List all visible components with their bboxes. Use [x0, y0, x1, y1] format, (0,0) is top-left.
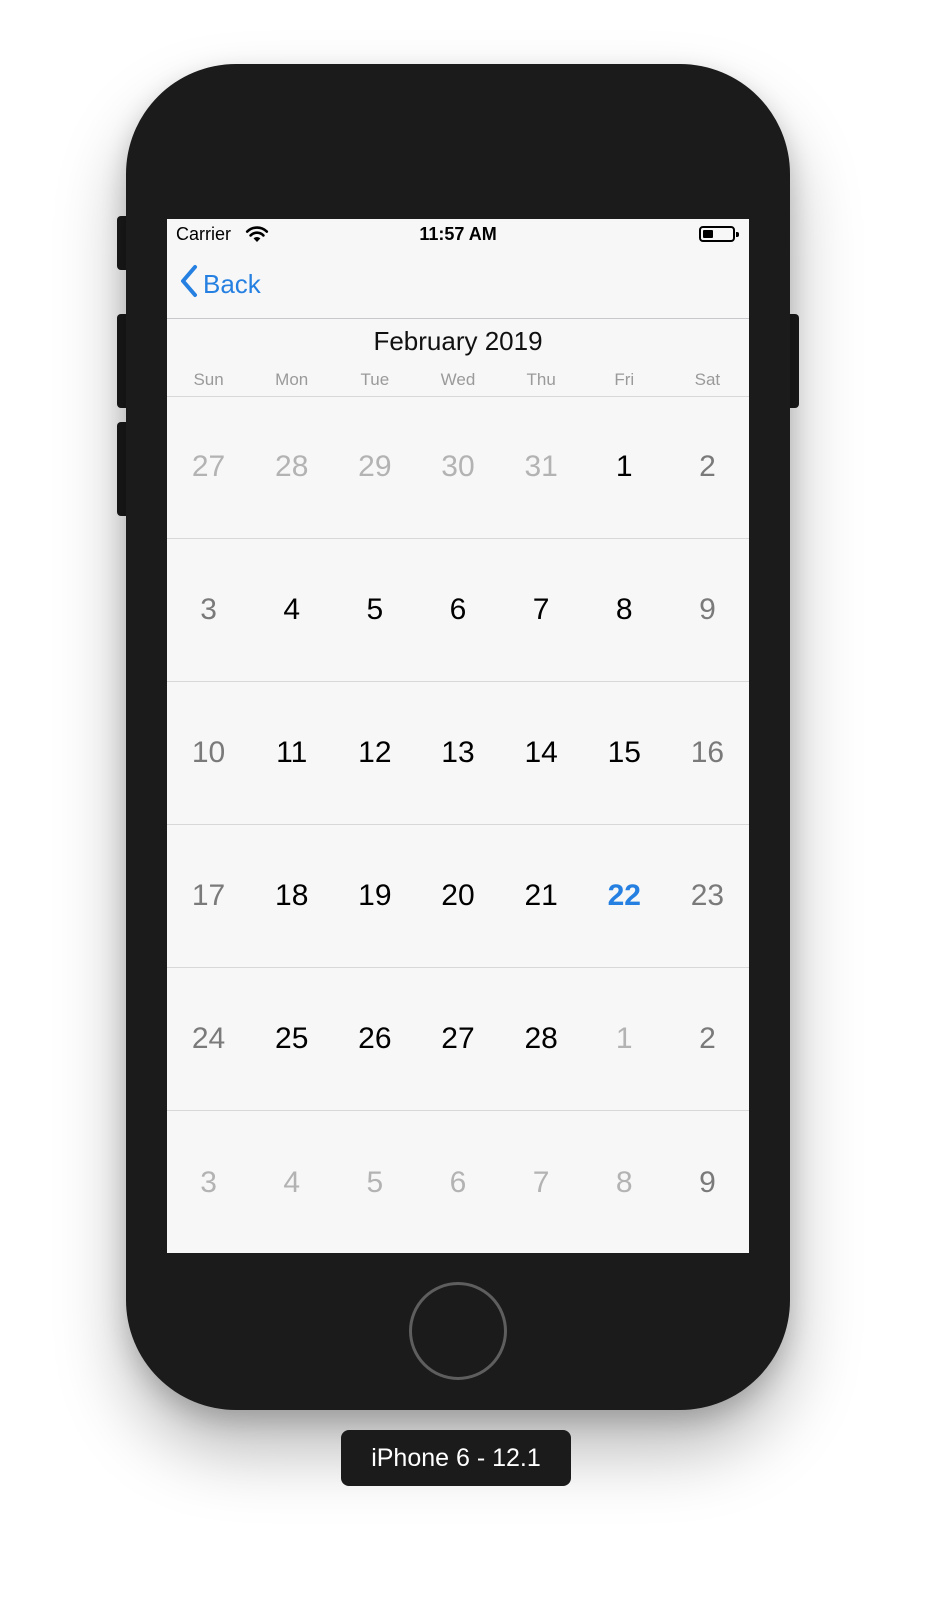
weekday-row: Sun Mon Tue Wed Thu Fri Sat: [167, 370, 749, 390]
month-title: February 2019: [373, 326, 543, 356]
day-cell[interactable]: 29: [333, 396, 416, 538]
day-cell[interactable]: 9: [666, 539, 749, 681]
navigation-bar: Back: [167, 251, 749, 319]
day-cell[interactable]: 28: [250, 396, 333, 538]
weekday-label: Thu: [526, 370, 556, 389]
day-cell[interactable]: 21: [500, 825, 583, 967]
status-bar: Carrier 11:57 AM: [167, 219, 749, 251]
day-cell[interactable]: 1: [583, 396, 666, 538]
day-cell[interactable]: 8: [583, 1111, 666, 1253]
weekday-label: Wed: [440, 370, 476, 389]
day-cell[interactable]: 27: [167, 396, 250, 538]
day-cell[interactable]: 14: [500, 682, 583, 824]
week-row: 3 4 5 6 7 8 9: [167, 1111, 749, 1253]
battery-cap: [736, 232, 739, 237]
day-cell[interactable]: 3: [167, 539, 250, 681]
day-cell[interactable]: 31: [500, 396, 583, 538]
week-row: 3 4 5 6 7 8 9: [167, 539, 749, 682]
week-row: 10 11 12 13 14 15 16: [167, 682, 749, 825]
day-cell[interactable]: 5: [333, 1111, 416, 1253]
weekday-label: Sun: [193, 370, 224, 389]
day-cell[interactable]: 19: [333, 825, 416, 967]
day-cell[interactable]: 23: [666, 825, 749, 967]
day-cell[interactable]: 18: [250, 825, 333, 967]
day-cell[interactable]: 10: [167, 682, 250, 824]
day-cell[interactable]: 25: [250, 968, 333, 1110]
week-row: 27 28 29 30 31 1 2: [167, 396, 749, 539]
status-time: 11:57 AM: [419, 224, 497, 244]
day-cell[interactable]: 7: [500, 1111, 583, 1253]
week-row: 24 25 26 27 28 1 2: [167, 968, 749, 1111]
day-cell[interactable]: 7: [500, 539, 583, 681]
day-cell[interactable]: 26: [333, 968, 416, 1110]
device-name-label: iPhone 6 - 12.1: [341, 1430, 571, 1486]
day-cell[interactable]: 4: [250, 1111, 333, 1253]
day-cell[interactable]: 20: [416, 825, 499, 967]
day-cell[interactable]: 15: [583, 682, 666, 824]
battery-icon: [699, 226, 739, 242]
day-cell[interactable]: 3: [167, 1111, 250, 1253]
week-row: 17 18 19 20 21 22 23: [167, 825, 749, 968]
day-cell[interactable]: 16: [666, 682, 749, 824]
day-cell[interactable]: 5: [333, 539, 416, 681]
home-button[interactable]: [409, 1282, 507, 1380]
day-cell[interactable]: 8: [583, 539, 666, 681]
day-cell[interactable]: 2: [666, 968, 749, 1110]
day-cell[interactable]: 12: [333, 682, 416, 824]
calendar-grid: 27 28 29 30 31 1 2 3 4 5 6 7 8 9 10 11 1…: [167, 396, 749, 1253]
day-cell[interactable]: 24: [167, 968, 250, 1110]
chevron-left-icon: [179, 264, 199, 305]
weekday-label: Mon: [275, 370, 309, 389]
day-cell[interactable]: 2: [666, 396, 749, 538]
day-cell[interactable]: 28: [500, 968, 583, 1110]
device-screen: Carrier 11:57 AM Back February 2019 Sun …: [167, 219, 749, 1253]
day-cell[interactable]: 30: [416, 396, 499, 538]
back-button[interactable]: Back: [179, 264, 261, 305]
day-cell[interactable]: 11: [250, 682, 333, 824]
weekday-label: Sat: [694, 370, 721, 389]
day-cell-today[interactable]: 22: [583, 825, 666, 967]
weekday-label: Fri: [614, 370, 635, 389]
day-cell[interactable]: 6: [416, 539, 499, 681]
day-cell[interactable]: 13: [416, 682, 499, 824]
day-cell[interactable]: 17: [167, 825, 250, 967]
day-cell[interactable]: 6: [416, 1111, 499, 1253]
battery-level-fill: [703, 230, 713, 238]
day-cell[interactable]: 27: [416, 968, 499, 1110]
weekday-label: Tue: [360, 370, 390, 389]
back-button-label: Back: [203, 268, 261, 299]
day-cell[interactable]: 4: [250, 539, 333, 681]
day-cell[interactable]: 1: [583, 968, 666, 1110]
month-header: February 2019 Sun Mon Tue Wed Thu Fri Sa…: [167, 319, 749, 397]
simulator-stage: Carrier 11:57 AM Back February 2019 Sun …: [0, 0, 932, 1598]
day-cell[interactable]: 9: [666, 1111, 749, 1253]
